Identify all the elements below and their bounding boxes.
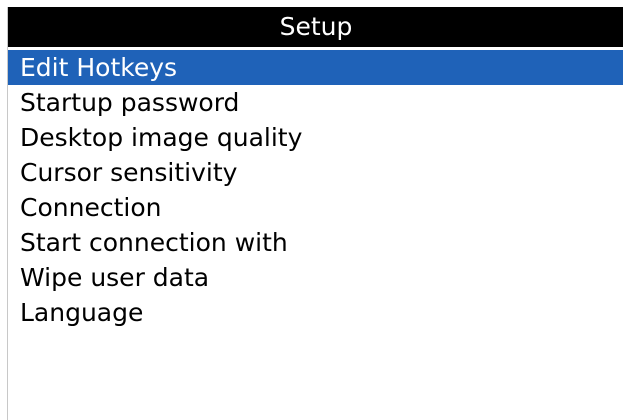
menu-item-wipe-user-data[interactable]: Wipe user data [8,260,623,295]
menu-item-cursor-sensitivity[interactable]: Cursor sensitivity [8,155,623,190]
menu-item-connection[interactable]: Connection [8,190,623,225]
menu-item-startup-password[interactable]: Startup password [8,85,623,120]
screen-title: Setup [279,12,353,41]
menu-item-desktop-image-quality[interactable]: Desktop image quality [8,120,623,155]
setup-screen: Setup Edit Hotkeys Startup password Desk… [7,7,623,420]
menu-item-start-connection-with[interactable]: Start connection with [8,225,623,260]
title-bar: Setup [8,7,623,47]
menu-item-language[interactable]: Language [8,295,623,330]
setup-menu: Edit Hotkeys Startup password Desktop im… [8,50,623,330]
menu-item-edit-hotkeys[interactable]: Edit Hotkeys [8,50,623,85]
